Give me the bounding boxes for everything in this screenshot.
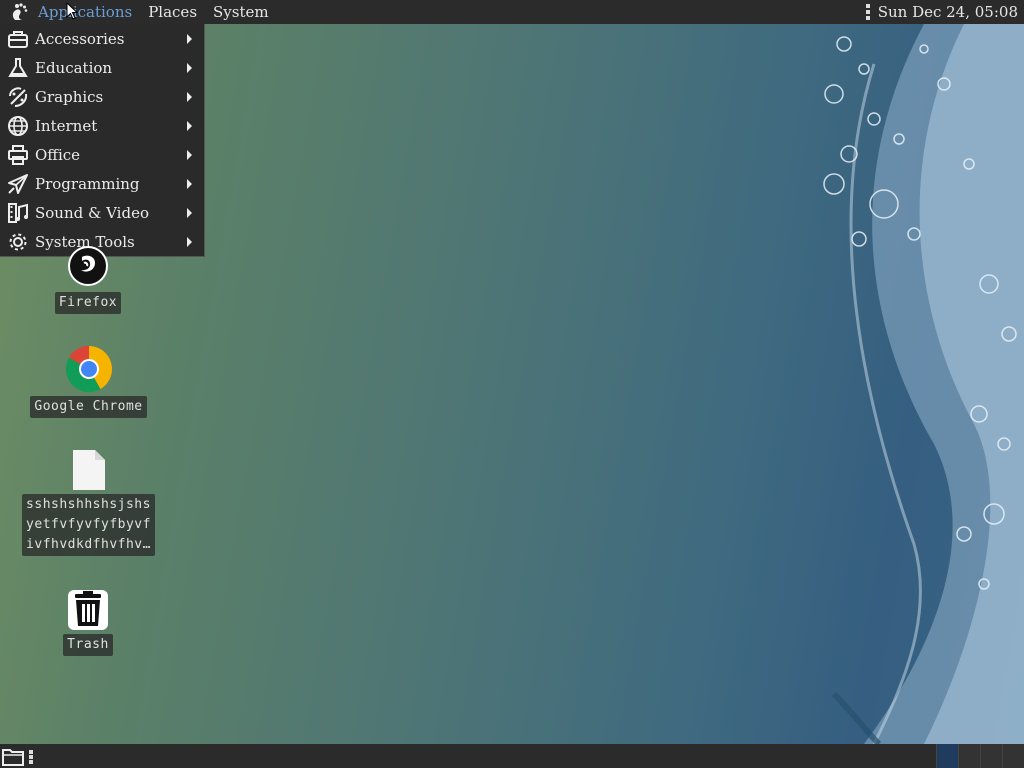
show-desktop-folder-icon[interactable] (2, 747, 24, 766)
menu-item-label: Education (35, 58, 113, 77)
workspace-switcher (936, 744, 1024, 768)
places-menu[interactable]: Places (140, 0, 205, 24)
panel-handle-icon[interactable] (865, 4, 872, 20)
desktop-icon-google-chrome[interactable]: Google Chrome (26, 345, 151, 418)
desktop-icon-label: Trash (63, 634, 113, 656)
workspace-4[interactable] (1002, 744, 1024, 768)
menu-item-programming[interactable]: Programming (0, 169, 204, 198)
desktop-icon-label: sshshshhshsjshs yetfvfyvfyfbyvf ivfhvdkd… (22, 494, 155, 556)
mouse-cursor-icon (66, 2, 78, 20)
submenu-arrow-icon (187, 208, 192, 218)
system-menu[interactable]: System (205, 0, 277, 24)
firefox-icon (68, 246, 108, 286)
desktop-icon-label: Firefox (54, 292, 122, 314)
menu-item-accessories[interactable]: Accessories (0, 24, 204, 53)
film-music-icon (6, 201, 30, 225)
text-file-icon (72, 450, 105, 490)
menu-item-label: Accessories (35, 29, 125, 48)
menu-item-label: Graphics (35, 87, 104, 106)
top-panel: Applications Places System Sun Dec 24, 0… (0, 0, 1024, 24)
flask-icon (6, 56, 30, 80)
desktop-icon-firefox[interactable]: Firefox (53, 246, 123, 314)
chrome-icon (65, 345, 112, 393)
send-arrow-icon (6, 172, 30, 196)
menu-item-office[interactable]: Office (0, 140, 204, 169)
workspace-1[interactable] (936, 744, 958, 768)
submenu-arrow-icon (187, 237, 192, 247)
applications-dropdown: Accessories Education Graphics Internet … (0, 24, 205, 257)
applications-menu[interactable]: Applications (30, 0, 140, 24)
menu-item-graphics[interactable]: Graphics (0, 82, 204, 111)
desktop-icon-label: Google Chrome (30, 396, 147, 418)
gear-icon (6, 230, 30, 254)
desktop-icon-text-file[interactable]: sshshshhshsjshs yetfvfyvfyfbyvf ivfhvdkd… (17, 448, 160, 556)
menu-item-internet[interactable]: Internet (0, 111, 204, 140)
menu-item-education[interactable]: Education (0, 53, 204, 82)
menu-item-label: Internet (35, 116, 98, 135)
globe-icon (6, 114, 30, 138)
submenu-arrow-icon (187, 34, 192, 44)
submenu-arrow-icon (187, 150, 192, 160)
bottom-panel (0, 744, 1024, 768)
submenu-arrow-icon (187, 92, 192, 102)
submenu-arrow-icon (187, 63, 192, 73)
workspace-3[interactable] (980, 744, 1002, 768)
menu-item-label: Office (35, 145, 81, 164)
desktop-icon-trash[interactable]: Trash (62, 586, 114, 656)
toolbox-icon (6, 27, 30, 51)
workspace-2[interactable] (958, 744, 980, 768)
gnome-foot-icon[interactable] (8, 1, 30, 23)
submenu-arrow-icon (187, 121, 192, 131)
menu-item-label: Sound & Video (35, 203, 149, 222)
menu-item-label: Programming (35, 174, 140, 193)
trash-icon (68, 590, 108, 630)
printer-icon (6, 143, 30, 167)
wallpaper-waves (823, 24, 1024, 744)
menu-item-sound-video[interactable]: Sound & Video (0, 198, 204, 227)
submenu-arrow-icon (187, 179, 192, 189)
palette-icon (6, 85, 30, 109)
panel-handle-icon[interactable] (29, 750, 33, 764)
clock[interactable]: Sun Dec 24, 05:08 (878, 3, 1018, 21)
